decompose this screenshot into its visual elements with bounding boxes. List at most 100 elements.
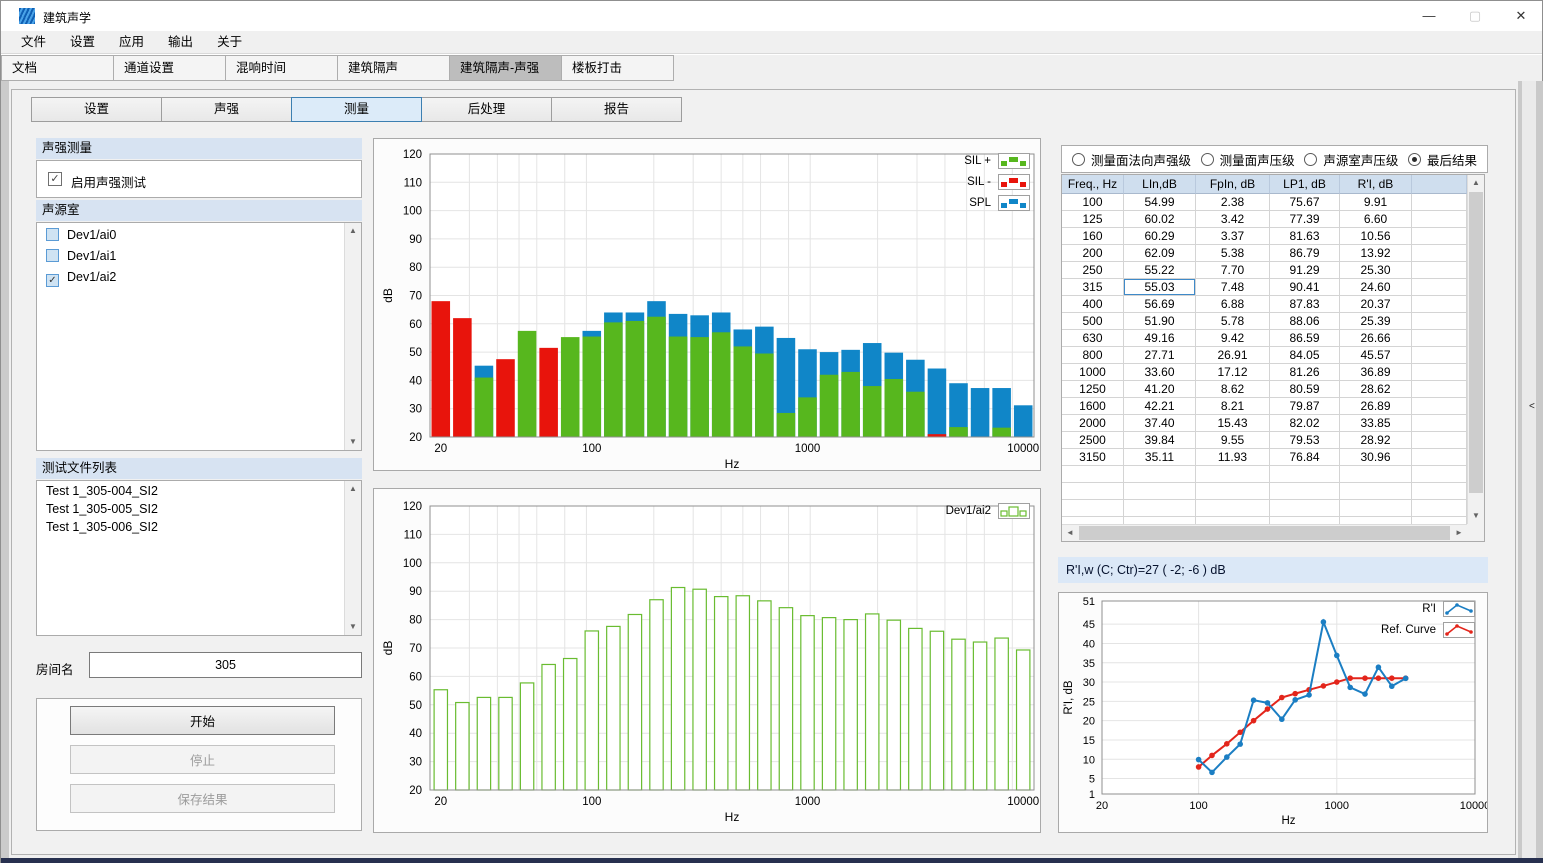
table-row[interactable]: 200037.4015.4382.0233.85	[1062, 415, 1467, 432]
table-cell[interactable]: 1000	[1062, 364, 1124, 381]
table-cell[interactable]: 2000	[1062, 415, 1124, 432]
table-cell[interactable]	[1412, 364, 1467, 381]
table-cell[interactable]	[1412, 211, 1467, 228]
table-cell[interactable]: 37.40	[1124, 415, 1196, 432]
action-button-保存结果[interactable]: 保存结果	[70, 784, 335, 813]
radio-测量面法向声强级[interactable]: 测量面法向声强级	[1072, 150, 1191, 169]
table-cell[interactable]: 6.60	[1340, 211, 1412, 228]
table-cell[interactable]	[1412, 398, 1467, 415]
table-cell[interactable]	[1412, 415, 1467, 432]
test-file-item[interactable]: Test 1_305-006_SI2	[37, 519, 361, 535]
table-cell[interactable]: 24.60	[1340, 279, 1412, 296]
scroll-down-icon[interactable]: ▼	[345, 619, 361, 635]
table-cell[interactable]: 15.43	[1196, 415, 1270, 432]
table-cell[interactable]: 79.87	[1270, 398, 1340, 415]
channel-item-Dev1/ai1[interactable]: Dev1/ai1	[37, 247, 361, 265]
tab-建筑隔声-声强[interactable]: 建筑隔声-声强	[449, 55, 562, 81]
table-row[interactable]: 80027.7126.9184.0545.57	[1062, 347, 1467, 364]
table-cell[interactable]: 33.60	[1124, 364, 1196, 381]
minimize-icon[interactable]: —	[1406, 1, 1452, 31]
menu-item-设置[interactable]: 设置	[58, 31, 107, 53]
table-cell[interactable]: 41.20	[1124, 381, 1196, 398]
table-cell[interactable]: 54.99	[1124, 194, 1196, 211]
table-cell[interactable]: 500	[1062, 313, 1124, 330]
table-cell[interactable]: 160	[1062, 228, 1124, 245]
table-cell[interactable]	[1412, 313, 1467, 330]
radio-测量面声压级[interactable]: 测量面声压级	[1201, 150, 1295, 169]
table-cell[interactable]: 60.02	[1124, 211, 1196, 228]
channel-item-Dev1/ai2[interactable]: ✓Dev1/ai2	[37, 268, 361, 286]
subtab-测量[interactable]: 测量	[291, 97, 422, 122]
scroll-left-icon[interactable]: ◄	[1062, 525, 1078, 541]
table-cell[interactable]	[1412, 432, 1467, 449]
subtab-声强[interactable]: 声强	[161, 97, 292, 122]
checkbox-unchecked-icon[interactable]	[46, 249, 59, 262]
room-name-input[interactable]	[89, 652, 362, 678]
table-cell[interactable]: 82.02	[1270, 415, 1340, 432]
radio-selected-icon[interactable]	[1408, 153, 1421, 166]
scrollbar-thumb[interactable]	[1079, 526, 1450, 540]
scroll-right-icon[interactable]: ►	[1451, 525, 1467, 541]
action-button-开始[interactable]: 开始	[70, 706, 335, 735]
menu-item-关于[interactable]: 关于	[205, 31, 254, 53]
table-cell[interactable]: 28.92	[1340, 432, 1412, 449]
table-row[interactable]: 315035.1111.9376.8430.96	[1062, 449, 1467, 466]
table-cell[interactable]: 33.85	[1340, 415, 1412, 432]
test-file-item[interactable]: Test 1_305-004_SI2	[37, 483, 361, 499]
table-cell[interactable]: 49.16	[1124, 330, 1196, 347]
table-cell[interactable]	[1412, 228, 1467, 245]
table-cell[interactable]: 55.22	[1124, 262, 1196, 279]
file-list-scrollbar[interactable]: ▲ ▼	[344, 481, 361, 635]
channel-list-scrollbar[interactable]: ▲ ▼	[344, 223, 361, 450]
table-cell[interactable]: 250	[1062, 262, 1124, 279]
table-cell-selected[interactable]: 55.03	[1124, 279, 1196, 296]
table-row[interactable]: 250039.849.5579.5328.92	[1062, 432, 1467, 449]
tab-楼板打击[interactable]: 楼板打击	[561, 55, 674, 81]
table-cell[interactable]: 315	[1062, 279, 1124, 296]
table-cell[interactable]: 76.84	[1270, 449, 1340, 466]
table-cell[interactable]: 26.66	[1340, 330, 1412, 347]
table-cell[interactable]: 17.12	[1196, 364, 1270, 381]
radio-unselected-icon[interactable]	[1072, 153, 1085, 166]
table-cell[interactable]: 36.89	[1340, 364, 1412, 381]
chevron-left-icon[interactable]: <	[1529, 401, 1535, 412]
table-cell[interactable]: 400	[1062, 296, 1124, 313]
table-cell[interactable]: 88.06	[1270, 313, 1340, 330]
scroll-down-icon[interactable]: ▼	[345, 434, 361, 450]
table-cell[interactable]: 51.90	[1124, 313, 1196, 330]
tab-通道设置[interactable]: 通道设置	[113, 55, 226, 81]
table-cell[interactable]: 91.29	[1270, 262, 1340, 279]
table-cell[interactable]: 6.88	[1196, 296, 1270, 313]
table-cell[interactable]: 5.38	[1196, 245, 1270, 262]
table-row[interactable]: 63049.169.4286.5926.66	[1062, 330, 1467, 347]
table-cell[interactable]: 11.93	[1196, 449, 1270, 466]
table-cell[interactable]	[1412, 194, 1467, 211]
radio-最后结果[interactable]: 最后结果	[1408, 150, 1477, 169]
radio-unselected-icon[interactable]	[1304, 153, 1317, 166]
close-icon[interactable]: ✕	[1498, 1, 1543, 31]
table-cell[interactable]: 86.79	[1270, 245, 1340, 262]
table-row[interactable]: 50051.905.7888.0625.39	[1062, 313, 1467, 330]
table-vertical-scrollbar[interactable]: ▲ ▼	[1467, 175, 1484, 524]
channel-item-Dev1/ai0[interactable]: Dev1/ai0	[37, 226, 361, 244]
table-cell[interactable]: 125	[1062, 211, 1124, 228]
table-cell[interactable]: 27.71	[1124, 347, 1196, 364]
tab-混响时间[interactable]: 混响时间	[225, 55, 338, 81]
table-cell[interactable]: 13.92	[1340, 245, 1412, 262]
table-cell[interactable]: 62.09	[1124, 245, 1196, 262]
table-cell[interactable]: 7.70	[1196, 262, 1270, 279]
table-cell[interactable]: 9.91	[1340, 194, 1412, 211]
scroll-up-icon[interactable]: ▲	[345, 223, 361, 239]
scroll-up-icon[interactable]: ▲	[1468, 175, 1484, 191]
test-file-item[interactable]: Test 1_305-005_SI2	[37, 501, 361, 517]
table-cell[interactable]: 8.21	[1196, 398, 1270, 415]
table-cell[interactable]	[1412, 245, 1467, 262]
table-cell[interactable]: 84.05	[1270, 347, 1340, 364]
subtab-报告[interactable]: 报告	[551, 97, 682, 122]
checkbox-checked-icon[interactable]: ✓	[46, 274, 59, 287]
table-cell[interactable]: 79.53	[1270, 432, 1340, 449]
table-cell[interactable]: 9.55	[1196, 432, 1270, 449]
table-row[interactable]: 31555.037.4890.4124.60	[1062, 279, 1467, 296]
table-cell[interactable]: 56.69	[1124, 296, 1196, 313]
table-cell[interactable]	[1412, 296, 1467, 313]
